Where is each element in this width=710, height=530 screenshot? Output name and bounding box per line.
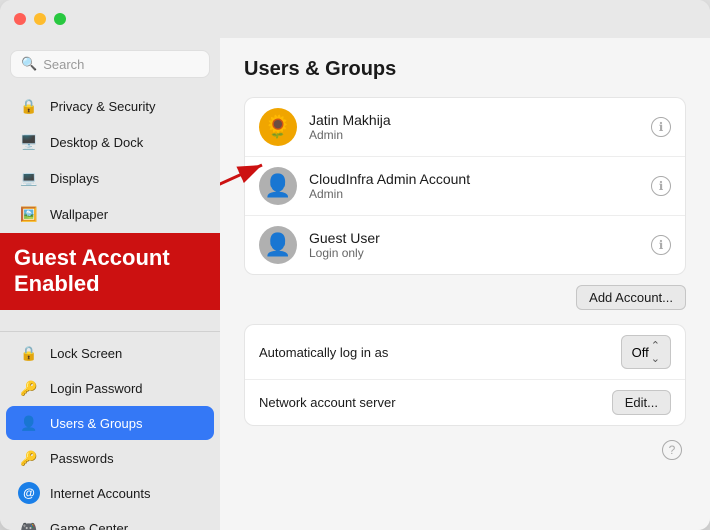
sidebar-item-passwords[interactable]: 🔑 Passwords — [6, 441, 214, 475]
sidebar-item-wallpaper[interactable]: 🖼️ Wallpaper — [6, 197, 214, 231]
search-placeholder: Search — [43, 57, 84, 72]
user-name-jatin: Jatin Makhija — [309, 112, 639, 128]
auto-login-row: Automatically log in as Off ⌃⌄ — [245, 325, 685, 380]
avatar-guest: 👤 — [259, 226, 297, 264]
wallpaper-icon: 🖼️ — [18, 203, 40, 225]
desktop-dock-icon: 🖥️ — [18, 131, 40, 153]
guest-account-banner: Guest Account Enabled — [0, 233, 220, 310]
users-groups-icon: 👤 — [18, 412, 40, 434]
user-role-guest: Login only — [309, 246, 639, 260]
auto-login-stepper[interactable]: Off ⌃⌄ — [621, 335, 671, 369]
sidebar-label-desktop-dock: Desktop & Dock — [50, 135, 143, 150]
main-window: 🔍 Search 🔒 Privacy & Security 🖥️ Desktop… — [0, 0, 710, 530]
user-role-jatin: Admin — [309, 128, 639, 142]
avatar-cloudinfra: 👤 — [259, 167, 297, 205]
game-center-icon: 🎮 — [18, 517, 40, 530]
user-role-cloudinfra: Admin — [309, 187, 639, 201]
internet-accounts-icon: @ — [18, 482, 40, 504]
maximize-button[interactable] — [54, 13, 66, 25]
info-button-cloudinfra[interactable]: ℹ — [651, 176, 671, 196]
stepper-chevrons-icon: ⌃⌄ — [651, 339, 660, 365]
info-button-guest[interactable]: ℹ — [651, 235, 671, 255]
sidebar-label-passwords: Passwords — [50, 451, 114, 466]
user-row-guest[interactable]: 👤 Guest User Login only ℹ — [245, 216, 685, 274]
guest-banner-text: Guest Account Enabled — [14, 245, 170, 296]
sidebar-item-privacy-security[interactable]: 🔒 Privacy & Security — [6, 89, 214, 123]
search-bar[interactable]: 🔍 Search — [10, 50, 210, 78]
lock-screen-icon: 🔒 — [18, 342, 40, 364]
flower-emoji: 🌻 — [264, 114, 291, 140]
add-account-row: Add Account... — [244, 285, 686, 310]
login-password-icon: 🔑 — [18, 377, 40, 399]
sidebar-label-game-center: Game Center — [50, 521, 128, 530]
user-row-jatin[interactable]: 🌻 Jatin Makhija Admin ℹ — [245, 98, 685, 157]
users-list: 🌻 Jatin Makhija Admin ℹ 👤 CloudInfra Adm… — [244, 97, 686, 275]
sidebar-label-internet-accounts: Internet Accounts — [50, 486, 150, 501]
sidebar-item-lock-screen[interactable]: 🔒 Lock Screen — [6, 336, 214, 370]
help-row: ? — [244, 440, 686, 460]
close-button[interactable] — [14, 13, 26, 25]
user-info-jatin: Jatin Makhija Admin — [309, 112, 639, 142]
auto-login-label: Automatically log in as — [259, 345, 611, 360]
titlebar — [0, 0, 710, 38]
sidebar-label-displays: Displays — [50, 171, 99, 186]
person-icon-guest: 👤 — [264, 232, 291, 258]
settings-section: Automatically log in as Off ⌃⌄ Network a… — [244, 324, 686, 426]
sidebar-label-privacy-security: Privacy & Security — [50, 99, 155, 114]
sidebar-item-displays[interactable]: 💻 Displays — [6, 161, 214, 195]
passwords-icon: 🔑 — [18, 447, 40, 469]
info-button-jatin[interactable]: ℹ — [651, 117, 671, 137]
sidebar-item-login-password[interactable]: 🔑 Login Password — [6, 371, 214, 405]
content-area: 🔍 Search 🔒 Privacy & Security 🖥️ Desktop… — [0, 38, 710, 530]
sidebar-item-desktop-dock[interactable]: 🖥️ Desktop & Dock — [6, 125, 214, 159]
displays-icon: 💻 — [18, 167, 40, 189]
sidebar: 🔍 Search 🔒 Privacy & Security 🖥️ Desktop… — [0, 38, 220, 530]
edit-button[interactable]: Edit... — [612, 390, 671, 415]
help-button[interactable]: ? — [662, 440, 682, 460]
user-info-cloudinfra: CloudInfra Admin Account Admin — [309, 171, 639, 201]
minimize-button[interactable] — [34, 13, 46, 25]
person-icon-cloudinfra: 👤 — [264, 173, 291, 199]
network-account-label: Network account server — [259, 395, 602, 410]
user-name-cloudinfra: CloudInfra Admin Account — [309, 171, 639, 187]
network-account-row: Network account server Edit... — [245, 380, 685, 425]
privacy-security-icon: 🔒 — [18, 95, 40, 117]
user-row-cloudinfra[interactable]: 👤 CloudInfra Admin Account Admin ℹ — [245, 157, 685, 216]
page-title: Users & Groups — [244, 58, 686, 81]
user-info-guest: Guest User Login only — [309, 230, 639, 260]
auto-login-value: Off — [632, 345, 649, 360]
sidebar-label-wallpaper: Wallpaper — [50, 207, 108, 222]
sidebar-label-lock-screen: Lock Screen — [50, 346, 122, 361]
sidebar-item-internet-accounts[interactable]: @ Internet Accounts — [6, 476, 214, 510]
sidebar-divider — [0, 331, 220, 332]
avatar-jatin: 🌻 — [259, 108, 297, 146]
sidebar-label-users-groups: Users & Groups — [50, 416, 142, 431]
add-account-button[interactable]: Add Account... — [576, 285, 686, 310]
sidebar-item-users-groups[interactable]: 👤 Users & Groups — [6, 406, 214, 440]
user-name-guest: Guest User — [309, 230, 639, 246]
main-panel: Users & Groups 🌻 Jatin Makhija Admin ℹ — [220, 38, 710, 530]
search-icon: 🔍 — [21, 56, 37, 72]
sidebar-item-game-center[interactable]: 🎮 Game Center — [6, 511, 214, 530]
sidebar-label-login-password: Login Password — [50, 381, 143, 396]
